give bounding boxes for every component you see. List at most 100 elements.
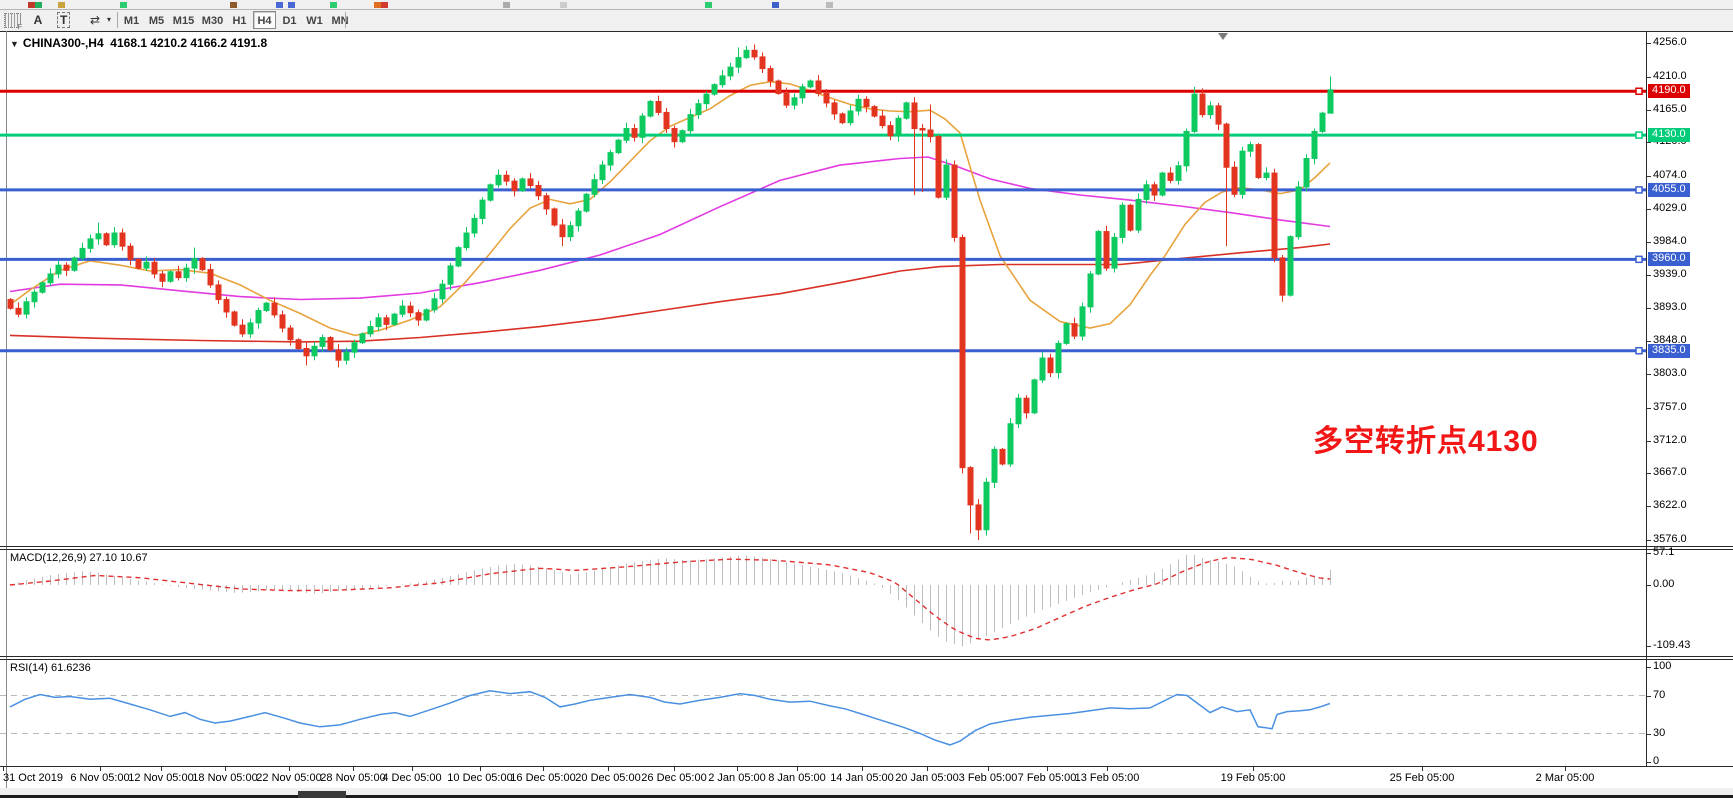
- time-axis-label[interactable]: 25 Feb 05:00: [1390, 772, 1455, 784]
- swap-arrows-icon[interactable]: ⇄: [86, 10, 104, 30]
- time-axis-label[interactable]: 12 Nov 05:00: [128, 772, 193, 784]
- timeframe-button-m1[interactable]: M1: [120, 11, 143, 29]
- time-axis-tick: [1107, 767, 1108, 771]
- axis-tick: [1647, 540, 1651, 541]
- time-axis-label[interactable]: 7 Feb 05:00: [1018, 772, 1077, 784]
- dropdown-caret-icon[interactable]: ▾: [104, 10, 114, 30]
- price-level-tag[interactable]: 3960.0: [1648, 252, 1690, 266]
- hline-handle: [1636, 256, 1642, 262]
- time-axis-label[interactable]: 8 Jan 05:00: [768, 772, 826, 784]
- taskbar-fragment: [298, 791, 346, 798]
- price-axis-label: 3576.0: [1653, 533, 1687, 545]
- time-axis-label[interactable]: 26 Dec 05:00: [641, 772, 706, 784]
- axis-tick: [1647, 667, 1651, 668]
- time-axis-label[interactable]: 13 Feb 05:00: [1075, 772, 1140, 784]
- price-axis-label: 3712.0: [1653, 434, 1687, 446]
- toolbar-icon-fragment: [705, 2, 712, 8]
- axis-tick: [1647, 553, 1651, 554]
- chart-shift-marker-icon[interactable]: [1218, 33, 1228, 40]
- time-axis-tick: [608, 767, 609, 771]
- rsi-axis-label: 70: [1653, 689, 1665, 701]
- time-axis-label[interactable]: 6 Nov 05:00: [70, 772, 129, 784]
- timeframe-button-mn[interactable]: MN: [328, 11, 352, 29]
- horizontal-levels[interactable]: [0, 88, 1646, 353]
- chart-menu-dropdown-icon[interactable]: ▼: [10, 39, 19, 49]
- time-axis-label[interactable]: 20 Jan 05:00: [895, 772, 959, 784]
- axis-tick: [1647, 585, 1651, 586]
- time-axis-label[interactable]: 3 Feb 05:00: [959, 772, 1018, 784]
- price-axis-label: 4256.0: [1653, 36, 1687, 48]
- time-axis-tick: [100, 767, 101, 771]
- timeframe-button-h1[interactable]: H1: [228, 11, 251, 29]
- time-axis-tick: [1047, 767, 1048, 771]
- price-axis-label: 4210.0: [1653, 70, 1687, 82]
- time-axis-label[interactable]: 18 Nov 05:00: [192, 772, 257, 784]
- axis-tick: [1647, 275, 1651, 276]
- timeframe-button-w1[interactable]: W1: [303, 11, 326, 29]
- toolbar-icon-fragment: [330, 2, 337, 8]
- price-level-tag[interactable]: 4055.0: [1648, 183, 1690, 197]
- time-axis-tick: [161, 767, 162, 771]
- axis-tick: [1647, 110, 1651, 111]
- hline-handle: [1636, 132, 1642, 138]
- time-axis-label[interactable]: 2 Jan 05:00: [708, 772, 766, 784]
- axis-tick: [1647, 473, 1651, 474]
- time-axis-tick: [3, 767, 4, 771]
- time-axis-tick: [988, 767, 989, 771]
- axis-tick: [1647, 341, 1651, 342]
- time-axis-label[interactable]: 19 Feb 05:00: [1221, 772, 1286, 784]
- hline-handle: [1636, 88, 1642, 94]
- cropped-toolbar-strip: [0, 0, 1733, 10]
- price-level-tag[interactable]: 4190.0: [1648, 84, 1690, 98]
- chart-toolbar: F A T ⇄ ▾ M1M5M15M30H1H4D1W1MN: [0, 10, 1733, 32]
- price-axis-label: 3893.0: [1653, 301, 1687, 313]
- panel-separator[interactable]: [0, 549, 1733, 550]
- price-level-tag[interactable]: 3835.0: [1648, 344, 1690, 358]
- axis-tick: [1647, 374, 1651, 375]
- timeframe-button-d1[interactable]: D1: [278, 11, 301, 29]
- panel-separator[interactable]: [0, 659, 1733, 660]
- toolbar-icon-fragment: [28, 2, 35, 8]
- time-axis-label[interactable]: 4 Dec 05:00: [382, 772, 441, 784]
- price-axis-label: 3667.0: [1653, 466, 1687, 478]
- timeframe-button-m15[interactable]: M15: [170, 11, 197, 29]
- macd-indicator-chart[interactable]: [0, 549, 1646, 655]
- time-axis-label[interactable]: 28 Nov 05:00: [320, 772, 385, 784]
- time-axis-label[interactable]: 14 Jan 05:00: [830, 772, 894, 784]
- chart-text-annotation[interactable]: 多空转折点4130: [1313, 416, 1539, 460]
- toolbar-separator: [117, 12, 118, 28]
- rsi-indicator-chart[interactable]: [0, 659, 1646, 765]
- price-axis-label: 3803.0: [1653, 367, 1687, 379]
- time-axis-label[interactable]: 20 Dec 05:00: [575, 772, 640, 784]
- toolbar-icon-fragment: [288, 2, 295, 8]
- chart-symbol-title[interactable]: ▼CHINA300-,H4 4168.1 4210.2 4166.2 4191.…: [10, 36, 267, 50]
- timeframe-button-h4[interactable]: H4: [253, 11, 276, 29]
- toolbar-separator: [345, 12, 346, 28]
- main-price-chart[interactable]: [0, 32, 1646, 546]
- rsi-axis-label: 100: [1653, 660, 1671, 672]
- time-axis-label[interactable]: 10 Dec 05:00: [447, 772, 512, 784]
- time-axis-label[interactable]: 16 Dec 05:00: [510, 772, 575, 784]
- time-axis-label[interactable]: 22 Nov 05:00: [256, 772, 321, 784]
- time-axis-tick: [225, 767, 226, 771]
- panel-separator[interactable]: [0, 656, 1733, 657]
- price-axis-label: 3939.0: [1653, 268, 1687, 280]
- text-box-icon[interactable]: T: [57, 12, 70, 28]
- axis-tick: [1647, 242, 1651, 243]
- time-axis-tick: [927, 767, 928, 771]
- panel-separator[interactable]: [0, 546, 1733, 547]
- macd-signal-line: [10, 558, 1330, 640]
- timeframe-button-m30[interactable]: M30: [199, 11, 226, 29]
- time-axis-label[interactable]: 2 Mar 05:00: [1536, 772, 1595, 784]
- timeframe-button-m5[interactable]: M5: [145, 11, 168, 29]
- toolbar-icon-fragment: [276, 2, 283, 8]
- time-axis-label[interactable]: 31 Oct 2019: [3, 772, 63, 784]
- rsi-line: [10, 691, 1330, 745]
- text-a-icon[interactable]: A: [30, 10, 46, 30]
- toolbar-icon-fragment: [120, 2, 127, 8]
- time-axis-tick: [797, 767, 798, 771]
- axis-tick: [1647, 43, 1651, 44]
- price-level-tag[interactable]: 4130.0: [1648, 128, 1690, 142]
- toolbar-icon-fragment: [374, 2, 381, 8]
- grid-f-icon[interactable]: F: [4, 13, 21, 28]
